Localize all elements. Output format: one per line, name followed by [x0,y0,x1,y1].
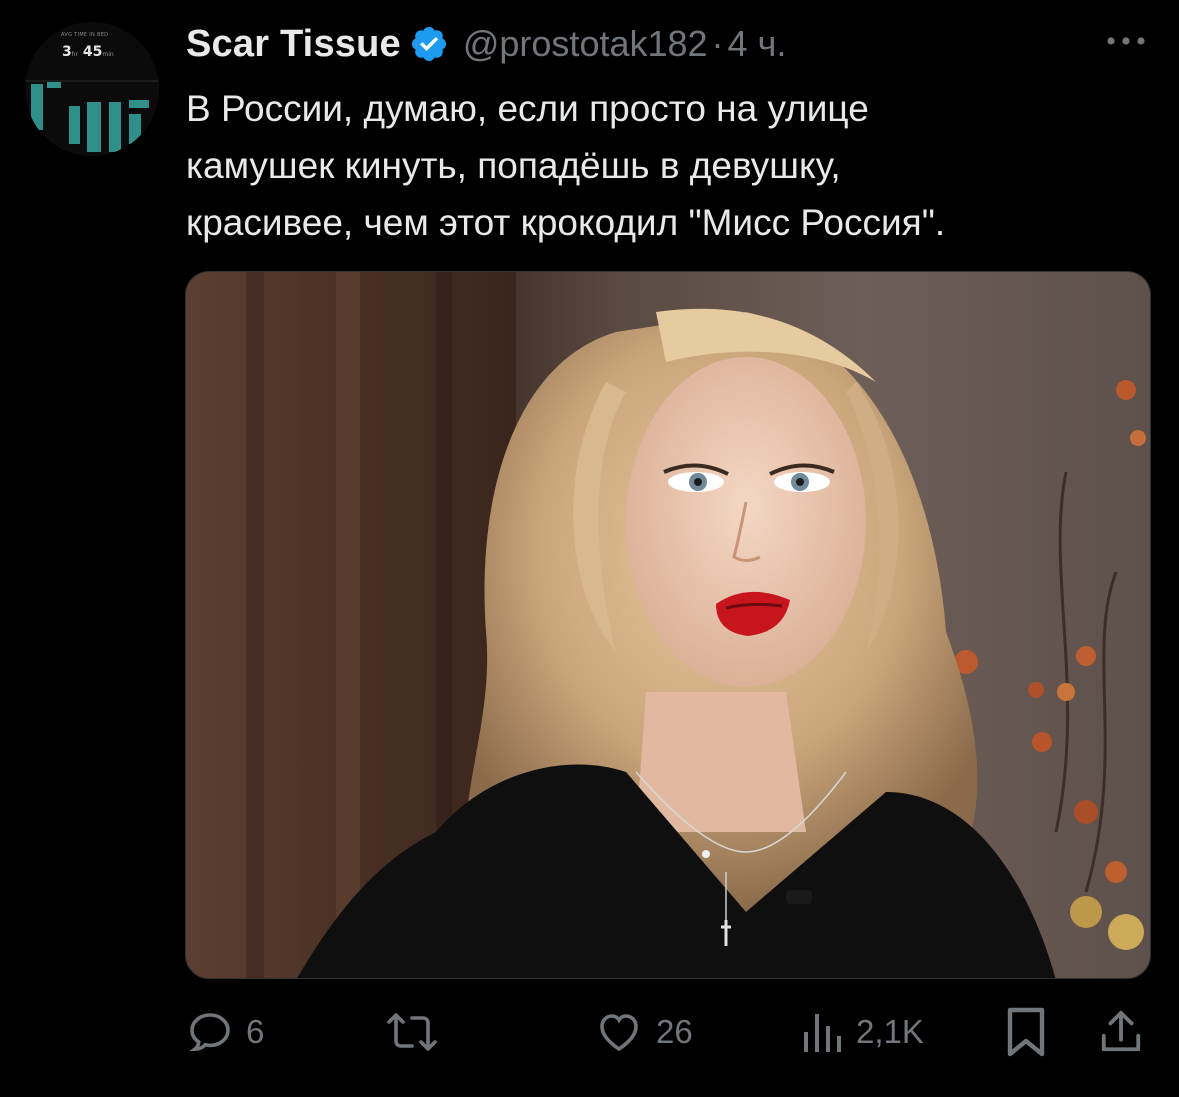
verified-badge-icon[interactable] [409,24,449,64]
views-icon [804,1014,841,1052]
like-button[interactable]: 26 [594,1000,693,1064]
avatar-minutes: 45 [82,44,103,60]
user-handle[interactable]: @prostotak182 [463,23,708,65]
tweet[interactable]: AVG TIME IN BED 3hr 45min Scar Tissue @p… [0,0,1179,1097]
bookmark-button[interactable] [1004,1000,1048,1064]
tweet-photo[interactable] [185,271,1151,979]
reply-icon [189,1013,230,1052]
tweet-text-line: В России, думаю, если просто на улице [186,88,869,129]
reply-count: 6 [246,1013,265,1050]
tweet-text-line: красивее, чем этот крокодил "Мисс Россия… [186,202,946,243]
avatar[interactable]: AVG TIME IN BED 3hr 45min [25,22,159,156]
bookmark-icon [1007,1007,1045,1057]
tweet-header: Scar Tissue @prostotak182 · 4 ч. [186,18,786,70]
avatar-hours: 3 [62,44,72,60]
repost-button[interactable] [384,1000,452,1064]
avatar-sleep-chart-icon [25,22,159,156]
header-separator: · [711,23,724,64]
share-icon [1101,1010,1141,1052]
action-bar: 6 26 2,1K [186,1000,1152,1064]
views-button[interactable]: 2,1K [800,1000,924,1064]
avatar-minutes-unit: min [102,51,114,58]
like-count: 26 [656,1013,693,1050]
tweet-timestamp[interactable]: 4 ч. [728,23,787,65]
views-count: 2,1K [856,1013,924,1050]
avatar-hours-unit: hr [71,51,79,58]
tweet-text: В России, думаю, если просто на улице ка… [186,80,1161,251]
tweet-text-line: камушек кинуть, попадёшь в девушку, [186,145,841,186]
avatar-caption: AVG TIME IN BED [61,32,109,38]
avatar-time: 3hr 45min [62,44,114,60]
display-name[interactable]: Scar Tissue [186,23,401,66]
more-options-icon[interactable] [1103,26,1149,56]
heart-icon [600,1014,638,1052]
share-button[interactable] [1098,1000,1144,1064]
reply-button[interactable]: 6 [186,1000,264,1064]
repost-icon [387,1013,437,1051]
